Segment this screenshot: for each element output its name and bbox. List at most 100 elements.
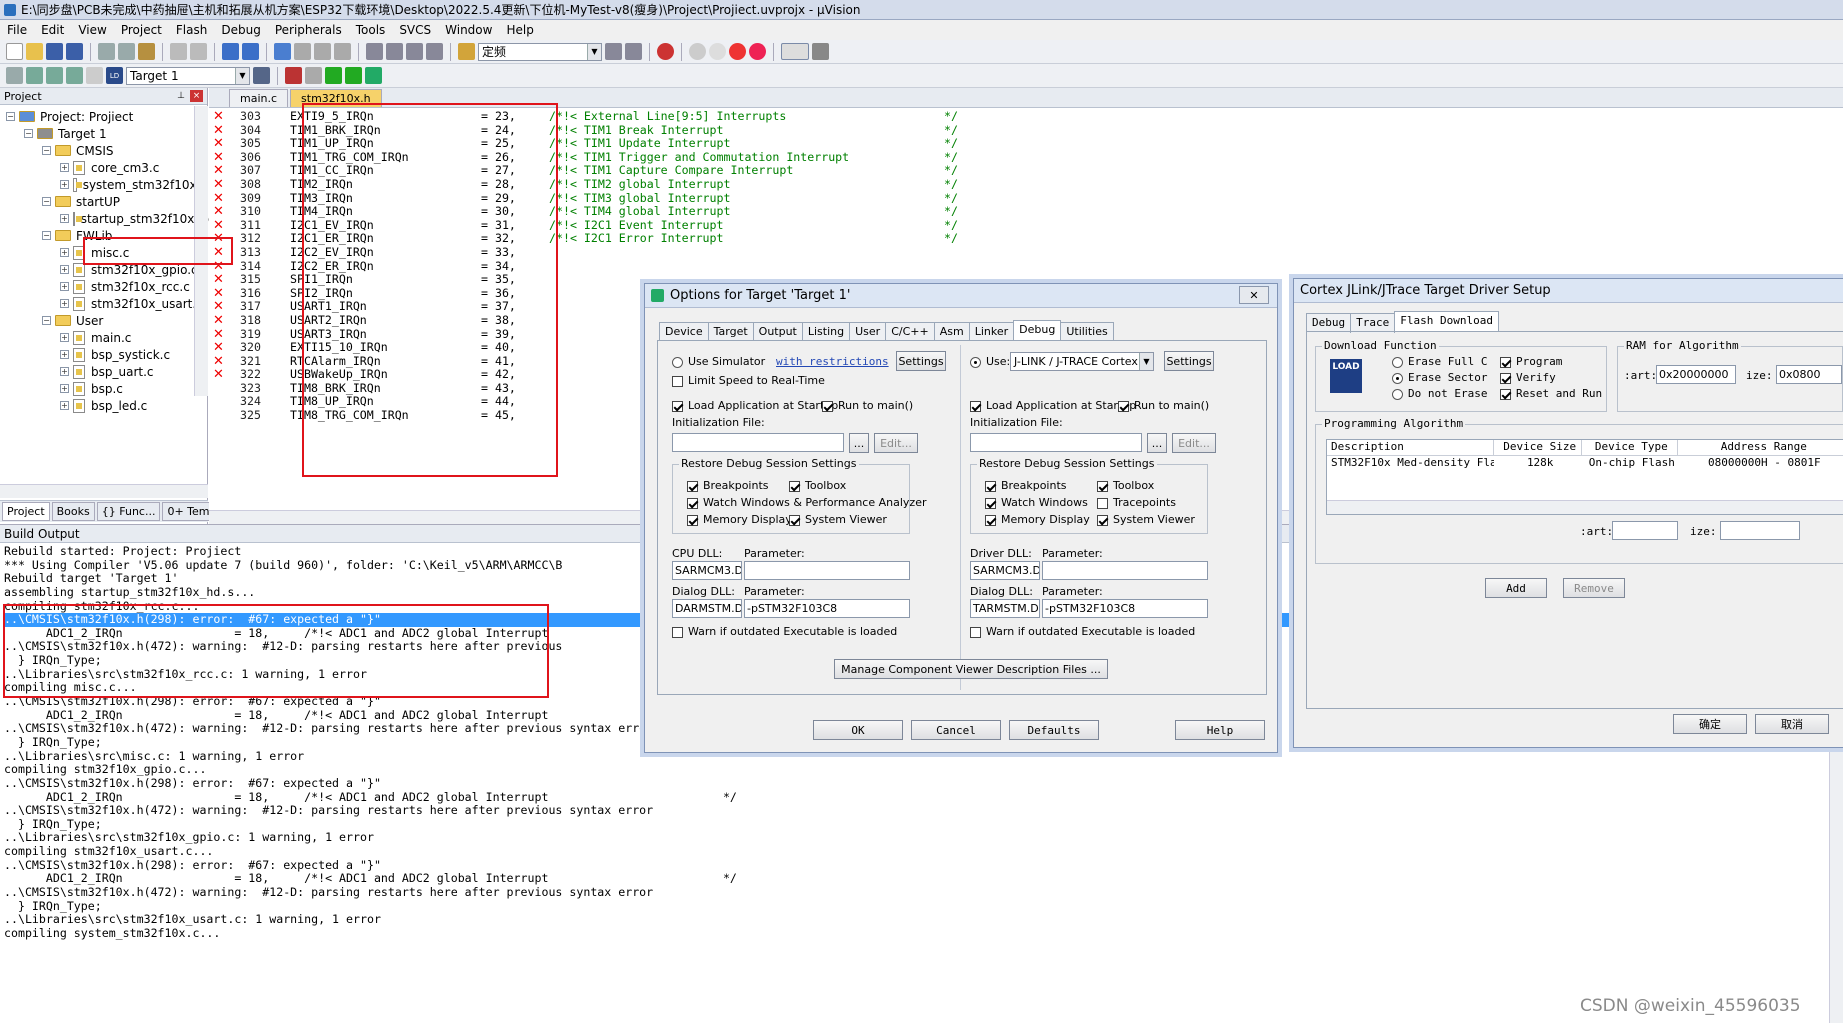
toolbox-checkbox[interactable]: Toolbox	[1097, 479, 1154, 492]
ram-start-input[interactable]: 0x20000000	[1656, 365, 1736, 384]
download-icon[interactable]: LD	[106, 67, 123, 84]
column-header[interactable]: Device Type	[1582, 440, 1678, 455]
expand-icon[interactable]: +	[60, 299, 69, 308]
output-line[interactable]: ADC1_2_IRQn = 18, /*!< ADC1 and ADC2 glo…	[4, 790, 1843, 805]
watch-checkbox[interactable]: Watch Windows & Performance Analyzer	[687, 496, 927, 509]
error-icon[interactable]: ✕	[213, 287, 224, 301]
limit-speed-checkbox[interactable]: Limit Speed to Real-Time	[672, 374, 825, 387]
breakpoints-checkbox[interactable]: Breakpoints	[687, 479, 769, 492]
window-layout-icon[interactable]	[749, 43, 766, 60]
tracepoints-checkbox[interactable]: Tracepoints	[1097, 496, 1176, 509]
system-viewer-checkbox[interactable]: System Viewer	[789, 513, 887, 526]
error-icon[interactable]: ✕	[213, 191, 224, 206]
output-line[interactable]: compiling stm32f10x_usart.c...	[4, 844, 1843, 859]
browse-button[interactable]: ...	[849, 433, 869, 453]
radio[interactable]	[1392, 372, 1403, 384]
new-file-icon[interactable]	[6, 43, 23, 60]
system-viewer-checkbox[interactable]: System Viewer	[1097, 513, 1195, 526]
expand-icon[interactable]: +	[60, 163, 69, 172]
manage-project-icon[interactable]	[285, 67, 302, 84]
editor-tab[interactable]: main.c	[229, 89, 289, 107]
verify-checkbox[interactable]: Verify	[1500, 371, 1556, 384]
chevron-down-icon[interactable]: ▼	[235, 67, 249, 84]
error-icon[interactable]: ✕	[213, 219, 224, 233]
tree-item[interactable]: − startUP	[0, 193, 207, 210]
tree-item[interactable]: + bsp.c	[0, 380, 207, 397]
ram-size-input[interactable]: 0x0800	[1776, 365, 1842, 384]
algo-size-input[interactable]	[1720, 521, 1800, 540]
error-icon[interactable]: ✕	[213, 273, 224, 287]
tree-item[interactable]: − User	[0, 312, 207, 329]
edit-button[interactable]: Edit...	[1172, 433, 1216, 453]
options-tab-listing[interactable]: Listing	[801, 322, 851, 342]
error-icon[interactable]: ✕	[213, 178, 224, 192]
checkbox[interactable]	[1118, 400, 1129, 412]
radio[interactable]	[1392, 356, 1403, 368]
tree-item[interactable]: + system_stm32f10x.c	[0, 176, 207, 193]
dialog-dll-input[interactable]: TARMSTM.DLL	[970, 599, 1040, 618]
manage-component-button[interactable]: Manage Component Viewer Description File…	[834, 659, 1108, 679]
prev-bookmark-icon[interactable]	[294, 43, 311, 60]
expand-icon[interactable]: +	[60, 248, 69, 257]
checkbox[interactable]	[1097, 497, 1108, 509]
tree-item[interactable]: − Project: Projiect	[0, 108, 207, 125]
ok-button[interactable]: OK	[813, 720, 903, 740]
column-header[interactable]: Address Range	[1678, 440, 1843, 455]
dialog-dll-input[interactable]: DARMSTM.DLL	[672, 599, 742, 618]
edit-button[interactable]: Edit...	[874, 433, 918, 453]
uncomment-icon[interactable]	[426, 43, 443, 60]
watch-checkbox[interactable]: Watch Windows	[985, 496, 1088, 509]
use-driver-radio[interactable]: Use:	[970, 355, 1010, 368]
options-tab-debug[interactable]: Debug	[1013, 320, 1062, 340]
jlink-tab[interactable]: Debug	[1306, 313, 1352, 333]
pin-icon[interactable]: ⊥	[177, 91, 185, 101]
options-tab-utilities[interactable]: Utilities	[1060, 322, 1114, 342]
expand-icon[interactable]: +	[60, 384, 69, 393]
unindent-icon[interactable]	[386, 43, 403, 60]
load-app-right-checkbox[interactable]: Load Application at Startup	[970, 399, 1136, 412]
checkbox[interactable]	[789, 480, 800, 492]
options-tab-user[interactable]: User	[849, 322, 887, 342]
program-checkbox[interactable]: Program	[1500, 355, 1562, 368]
error-icon[interactable]: ✕	[213, 137, 224, 151]
menu-edit[interactable]: Edit	[34, 23, 71, 37]
expand-icon[interactable]: −	[6, 112, 15, 121]
error-icon[interactable]: ✕	[213, 355, 224, 369]
simulator-settings-button[interactable]: Settings	[896, 351, 946, 371]
manage-books-icon[interactable]	[305, 67, 322, 84]
breakpoints-checkbox[interactable]: Breakpoints	[985, 479, 1067, 492]
expand-icon[interactable]: −	[42, 197, 51, 206]
radio[interactable]	[1392, 388, 1403, 400]
erase-sector-radio[interactable]: Erase Sector	[1392, 371, 1487, 384]
restrictions-link[interactable]: with restrictions	[776, 355, 889, 368]
project-tab[interactable]: Project	[2, 502, 50, 521]
project-tab[interactable]: {} Func...	[96, 502, 161, 521]
chevron-down-icon[interactable]: ▼	[1139, 353, 1153, 370]
find-in-files-icon[interactable]	[458, 43, 475, 60]
use-simulator-radio[interactable]: Use Simulator	[672, 355, 765, 368]
menu-window[interactable]: Window	[438, 23, 499, 37]
table-h-scrollbar[interactable]	[1327, 500, 1843, 514]
output-line[interactable]: ..\Libraries\src\stm32f10x_gpio.c: 1 war…	[4, 831, 1843, 845]
memory-checkbox[interactable]: Memory Display	[985, 513, 1090, 526]
output-line[interactable]: } IRQn_Type;	[4, 899, 1843, 914]
build-icon[interactable]	[26, 67, 43, 84]
expand-icon[interactable]: +	[60, 265, 69, 274]
next-bookmark-icon[interactable]	[314, 43, 331, 60]
expand-icon[interactable]: +	[60, 214, 69, 223]
expand-icon[interactable]: −	[42, 231, 51, 240]
warn-left-checkbox[interactable]: Warn if outdated Executable is loaded	[672, 625, 897, 638]
checkbox[interactable]	[1097, 514, 1108, 526]
tree-item[interactable]: + stm32f10x_usart.c	[0, 295, 207, 312]
toolbox-checkbox[interactable]: Toolbox	[789, 479, 846, 492]
run-main-left-checkbox[interactable]: Run to main()	[822, 399, 913, 412]
tree-item[interactable]: + bsp_systick.c	[0, 346, 207, 363]
batch-build-icon[interactable]	[66, 67, 83, 84]
driver-dll-input[interactable]: SARMCM3.DLL	[970, 561, 1040, 580]
load-app-left-checkbox[interactable]: Load Application at Startup	[672, 399, 838, 412]
nav-back-icon[interactable]	[222, 43, 239, 60]
options-tab-linker[interactable]: Linker	[968, 322, 1015, 342]
cpu-param-input[interactable]	[744, 561, 910, 580]
driver-settings-button[interactable]: Settings	[1164, 351, 1214, 371]
output-line[interactable]: ..\CMSIS\stm32f10x.h(472): warning: #12-…	[4, 885, 1843, 900]
